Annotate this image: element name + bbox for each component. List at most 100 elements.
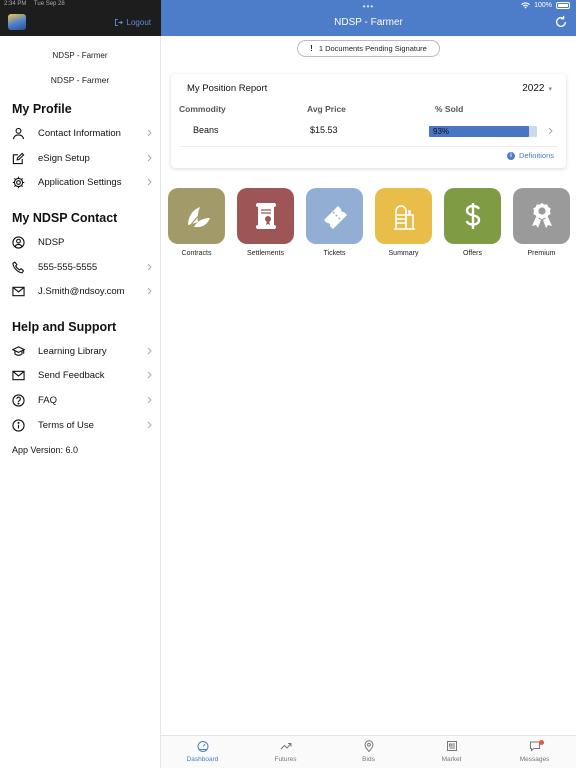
sidebar-item-send-feedback[interactable]: Send Feedback (0, 364, 161, 386)
tile-settlements-box (237, 188, 294, 244)
app-version: App Version: 6.0 (12, 445, 79, 455)
sidebar-item-terms-of-use[interactable]: Terms of Use (0, 414, 161, 436)
sidebar-item-phone[interactable]: 555-555-5555 (0, 256, 161, 278)
silo-icon (393, 205, 415, 230)
main-header: ••• 100% NDSP - Farmer (161, 0, 576, 36)
chevron-right-icon (147, 129, 152, 137)
status-bar-left: 2:34 PM Tue Sep 28 (0, 0, 161, 10)
tab-label: Dashboard (186, 756, 219, 763)
multitask-dots[interactable]: ••• (161, 2, 576, 11)
chevron-right-icon (548, 127, 553, 135)
sidebar-user-name: NDSP - Farmer (52, 51, 108, 60)
status-bar-right: 100% (521, 2, 570, 9)
tile-contracts[interactable]: Contracts (168, 188, 225, 257)
tile-label: Premium (527, 250, 556, 257)
sidebar-item-email[interactable]: J.Smith@ndsoy.com (0, 280, 161, 302)
tile-premium[interactable]: Premium (513, 188, 570, 257)
info-icon: i (506, 151, 515, 160)
sidebar-item-label: FAQ (38, 394, 58, 406)
column-header-commodity: Commodity (179, 104, 226, 114)
pending-signature-button[interactable]: ! 1 Documents Pending Signature (297, 40, 440, 57)
tab-market[interactable]: Market (410, 740, 493, 763)
avg-price-cell: $15.53 (310, 125, 338, 135)
sidebar-item-label: Contact Information (38, 127, 121, 139)
pct-sold-bar: 93% (429, 126, 537, 137)
sidebar-item-learning-library[interactable]: Learning Library (0, 340, 161, 362)
tile-label: Offers (463, 250, 482, 257)
definitions-link[interactable]: i Definitions (506, 151, 554, 160)
tile-contracts-box (168, 188, 225, 244)
chevron-right-icon (147, 371, 152, 379)
mail-icon (12, 370, 25, 380)
sidebar-item-ndsp-contact: NDSP (0, 231, 161, 253)
pct-sold-label: 93% (433, 127, 450, 136)
commodity-cell: Beans (193, 125, 219, 135)
pending-signature-label: 1 Documents Pending Signature (318, 44, 427, 53)
chevron-right-icon (147, 421, 152, 429)
card-divider (179, 146, 558, 147)
wifi-icon (521, 2, 530, 9)
tab-messages[interactable]: Messages (493, 740, 576, 763)
sidebar-item-application-settings[interactable]: Application Settings (0, 171, 161, 193)
sidebar-item-label: Terms of Use (38, 419, 94, 431)
leaf-icon (187, 207, 210, 229)
tile-summary[interactable]: Summary (375, 188, 432, 257)
gear-icon (12, 176, 25, 188)
tab-label: Futures (274, 756, 297, 763)
position-report-card: My Position Report 2022 Commodity Avg Pr… (171, 74, 566, 168)
sidebar-item-label: 555-555-5555 (38, 261, 98, 273)
year-selector[interactable]: 2022 (522, 83, 552, 94)
person-icon (12, 127, 25, 139)
status-time: 2:34 PM (4, 1, 27, 7)
tile-label: Tickets (323, 250, 346, 257)
sidebar-item-label: Send Feedback (38, 369, 105, 381)
phone-icon (12, 260, 25, 273)
battery-icon (556, 2, 570, 9)
sidebar-item-contact-information[interactable]: Contact Information (0, 122, 161, 144)
question-icon (12, 393, 25, 407)
sidebar-item-label: NDSP (38, 236, 65, 248)
section-my-profile: My Profile (12, 102, 72, 116)
logout-icon (114, 19, 123, 26)
scroll-icon (255, 203, 276, 229)
chevron-right-icon (147, 347, 152, 355)
tab-label: Messages (519, 756, 550, 763)
chevron-right-icon (147, 154, 152, 162)
tile-premium-box (513, 188, 570, 244)
tab-dashboard[interactable]: Dashboard (161, 740, 244, 763)
tile-settlements[interactable]: Settlements (237, 188, 294, 257)
sidebar-item-esign-setup[interactable]: eSign Setup (0, 147, 161, 169)
ticket-icon (323, 206, 347, 229)
dollar-icon (465, 203, 480, 229)
sidebar-user-role: NDSP - Farmer (50, 75, 110, 85)
sidebar-item-faq[interactable]: FAQ (0, 389, 161, 411)
tab-label: Bids (362, 756, 375, 763)
tab-bids[interactable]: Bids (327, 740, 410, 763)
tab-futures[interactable]: Futures (244, 740, 327, 763)
tile-tickets-box (306, 188, 363, 244)
gauge-icon (197, 741, 208, 752)
page-title: NDSP - Farmer (334, 17, 403, 28)
sidebar-item-label: Application Settings (38, 176, 122, 188)
position-report-title: My Position Report (187, 83, 268, 94)
sidebar-header: 2:34 PM Tue Sep 28 Logout (0, 0, 161, 36)
mail-icon (12, 286, 25, 296)
newspaper-icon (446, 741, 457, 751)
tile-summary-box (375, 188, 432, 244)
section-my-ndsp-contact: My NDSP Contact (12, 211, 118, 225)
sidebar-item-label: eSign Setup (38, 152, 90, 164)
edit-icon (12, 152, 25, 164)
info-icon (12, 418, 25, 432)
app-root: 2:34 PM Tue Sep 28 Logout ••• 100% NDSP … (0, 0, 576, 768)
logout-label: Logout (126, 18, 151, 27)
logout-button[interactable]: Logout (114, 18, 151, 27)
definitions-label: Definitions (518, 151, 554, 160)
dashboard-tiles: Contracts Settlements Tickets Summary Of… (168, 188, 576, 268)
tile-offers[interactable]: Offers (444, 188, 501, 257)
status-date: Tue Sep 28 (33, 1, 65, 7)
refresh-icon[interactable] (554, 15, 568, 29)
tile-label: Contracts (181, 250, 212, 257)
tile-tickets[interactable]: Tickets (306, 188, 363, 257)
sidebar: NDSP - Farmer NDSP - Farmer My Profile C… (0, 36, 161, 768)
tile-label: Summary (388, 250, 419, 257)
